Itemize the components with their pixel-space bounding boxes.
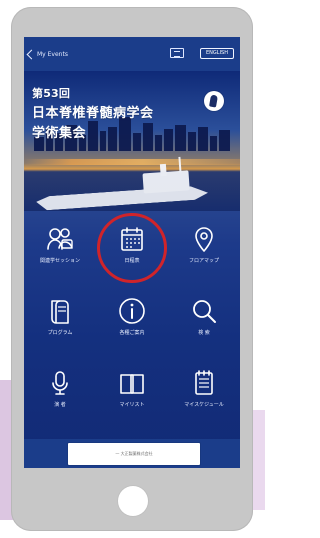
- language-button[interactable]: ENGLISH: [200, 48, 234, 59]
- event-title: 第53回 日本脊椎脊髄病学会 学術集会: [32, 85, 192, 141]
- menu-item-search[interactable]: 検 索: [168, 283, 240, 355]
- menu-item-label: マイリスト: [119, 402, 145, 408]
- hero-banner: 第53回 日本脊椎脊髄病学会 学術集会: [24, 71, 240, 211]
- bottom-bar: 一 大正製薬株式会社: [24, 439, 240, 468]
- menu-item-label: マイスケジュール: [184, 402, 224, 408]
- microphone-icon: [52, 371, 68, 395]
- back-button[interactable]: My Events: [26, 47, 68, 61]
- menu-item-label: プログラム: [47, 330, 73, 336]
- menu-item-label: フロアマップ: [188, 258, 219, 264]
- calendar-icon: [121, 227, 143, 251]
- search-icon: [193, 300, 216, 323]
- menu-item-label: 各種ご案内: [119, 330, 145, 336]
- app-screen: My Events ENGLISH 第53回 日本脊椎脊髄病学会 学術集会 関連…: [24, 37, 240, 468]
- main-menu-grid: 関連学セッション 日程表 フロアマップ プログラム 各種ご案内 検 索 演 者 …: [24, 211, 240, 429]
- menu-item-floor-map[interactable]: フロアマップ: [168, 211, 240, 283]
- map-pin-icon: [195, 227, 213, 252]
- book-icon: [51, 300, 69, 324]
- menu-item-label: 検 索: [198, 330, 210, 336]
- stage: My Events ENGLISH 第53回 日本脊椎脊髄病学会 学術集会 関連…: [0, 0, 265, 538]
- ship-illustration: [34, 156, 213, 211]
- event-title-line3: 学術集会: [32, 126, 87, 141]
- notepad-icon: [195, 370, 213, 395]
- society-seal-logo: [204, 91, 224, 111]
- menu-item-my-schedule[interactable]: マイスケジュール: [168, 355, 240, 427]
- home-button[interactable]: [118, 486, 148, 516]
- menu-item-related-sessions[interactable]: 関連学セッション: [24, 211, 96, 283]
- event-title-line1: 第53回: [32, 87, 71, 100]
- menu-item-schedule[interactable]: 日程表: [96, 211, 168, 283]
- back-button-label: My Events: [37, 50, 68, 58]
- inbox-icon[interactable]: [170, 48, 184, 58]
- chevron-left-icon: [26, 49, 37, 59]
- menu-item-my-list[interactable]: マイリスト: [96, 355, 168, 427]
- people-icon: [47, 228, 73, 250]
- menu-item-label: 関連学セッション: [39, 258, 80, 264]
- sponsor-button[interactable]: 一 大正製薬株式会社: [68, 443, 200, 465]
- open-book-icon: [120, 374, 144, 394]
- menu-item-information[interactable]: 各種ご案内: [96, 283, 168, 355]
- menu-item-label: 日程表: [124, 258, 140, 264]
- top-navbar: My Events ENGLISH: [24, 37, 240, 71]
- menu-item-program[interactable]: プログラム: [24, 283, 96, 355]
- menu-item-speakers[interactable]: 演 者: [24, 355, 96, 427]
- info-icon: [119, 298, 145, 324]
- event-title-line2: 日本脊椎脊髄病学会: [32, 106, 154, 121]
- menu-item-label: 演 者: [54, 402, 66, 408]
